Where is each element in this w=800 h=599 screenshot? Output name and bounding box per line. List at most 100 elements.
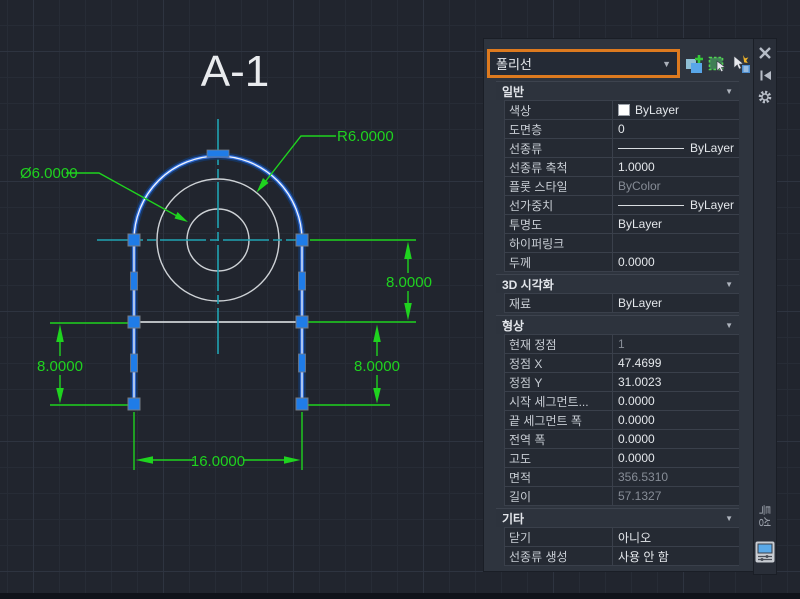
dimension-left[interactable]: 8.0000: [37, 322, 130, 406]
prop-value-text: ByLayer: [689, 198, 734, 212]
prop-label: 고도: [505, 449, 613, 467]
drawing-title: A-1: [201, 47, 269, 96]
palette-titlebar: 특성: [753, 38, 777, 575]
prop-label: 색상: [505, 101, 613, 119]
prop-label: 전역 폭: [505, 430, 613, 448]
prop-value-text: 1: [618, 337, 625, 351]
prop-value-text: ByColor: [618, 179, 661, 193]
prop-label: 선종류 생성: [505, 547, 613, 565]
section-general-rows: 색상 ByLayer 도면층 0 선종류 ByLayer 선종류 축척 1.00…: [504, 100, 739, 272]
prop-value[interactable]: ByLayer: [613, 139, 739, 157]
close-button[interactable]: [757, 45, 773, 61]
close-icon: [759, 47, 771, 59]
prop-value[interactable]: ByLayer: [613, 101, 739, 119]
prop-row-vertex-y: 정점 Y 31.0023: [505, 373, 739, 392]
dimension-bottom[interactable]: 16.0000: [133, 412, 303, 470]
dim-text: 8.0000: [37, 358, 83, 375]
quick-select-icon: [733, 55, 750, 73]
select-objects-icon: [708, 56, 726, 73]
prop-row-vertex-x: 정점 X 47.4699: [505, 354, 739, 373]
prop-value[interactable]: 0.0000: [613, 392, 739, 410]
prop-row-plot-style: 플롯 스타일 ByColor: [505, 177, 739, 196]
prop-label: 정점 Y: [505, 373, 613, 391]
autohide-button[interactable]: [757, 67, 773, 83]
prop-value[interactable]: 0.0000: [613, 449, 739, 467]
prop-row-area: 면적 356.5310: [505, 468, 739, 487]
palette-toolbar: 폴리선 ▼: [484, 39, 753, 81]
prop-value[interactable]: 사용 안 함: [613, 547, 739, 565]
bottom-edge-bar: [0, 593, 800, 599]
prop-value-text: 356.5310: [618, 470, 669, 484]
prop-value[interactable]: 아니오: [613, 528, 739, 546]
prop-value[interactable]: 1.0000: [613, 158, 739, 176]
prop-value[interactable]: 1: [613, 335, 739, 353]
palette-tab-properties[interactable]: 특성: [757, 504, 774, 528]
prop-row-hyperlink: 하이퍼링크: [505, 234, 739, 253]
object-type-dropdown[interactable]: 폴리선 ▼: [487, 49, 680, 78]
prop-label: 선가중치: [505, 196, 613, 214]
prop-row-linetype-scale: 선종류 축척 1.0000: [505, 158, 739, 177]
properties-palette: 폴리선 ▼ 일반 ▼ 색상 ByLayer 도면층 0 선종류 ByLayer …: [483, 38, 753, 572]
prop-value[interactable]: [613, 234, 739, 252]
prop-value-text: 아니오: [618, 530, 652, 545]
section-header-3d[interactable]: 3D 시각화 ▼: [496, 274, 739, 293]
dim-text: 8.0000: [354, 358, 400, 375]
section-title: 일반: [502, 84, 525, 99]
dimension-right-upper[interactable]: 8.0000: [306, 239, 432, 323]
section-header-misc[interactable]: 기타 ▼: [496, 508, 739, 527]
prop-value[interactable]: 0.0000: [613, 253, 739, 271]
section-title: 기타: [502, 511, 525, 526]
prop-row-global-width: 전역 폭 0.0000: [505, 430, 739, 449]
prop-row-transparency: 투명도 ByLayer: [505, 215, 739, 234]
quick-select-button[interactable]: [730, 54, 751, 75]
toggle-pickadd-button[interactable]: [684, 54, 705, 75]
prop-label: 정점 X: [505, 354, 613, 372]
prop-label: 재료: [505, 294, 613, 312]
prop-value[interactable]: 0: [613, 120, 739, 138]
autohide-pin-icon: [760, 70, 771, 80]
prop-value[interactable]: ByLayer: [613, 196, 739, 214]
settings-button[interactable]: [757, 89, 773, 105]
prop-label: 선종류: [505, 139, 613, 157]
prop-label: 플롯 스타일: [505, 177, 613, 195]
section-header-general[interactable]: 일반 ▼: [496, 81, 739, 100]
prop-value[interactable]: ByLayer: [613, 294, 739, 312]
prop-value-text: 0.0000: [618, 413, 655, 427]
prop-value[interactable]: ByLayer: [613, 215, 739, 233]
prop-label: 시작 세그먼트...: [505, 392, 613, 410]
gear-icon: [758, 90, 772, 104]
display-settings-button[interactable]: [755, 541, 775, 568]
section-title: 형상: [502, 318, 525, 333]
section-3d-rows: 재료 ByLayer: [504, 293, 739, 313]
prop-value[interactable]: 0.0000: [613, 411, 739, 429]
prop-row-elevation: 고도 0.0000: [505, 449, 739, 468]
select-objects-button[interactable]: [707, 54, 728, 75]
collapse-icon: ▼: [725, 279, 733, 289]
prop-value-text: 0: [618, 122, 625, 136]
prop-label: 현재 정점: [505, 335, 613, 353]
prop-label: 끝 세그먼트 폭: [505, 411, 613, 429]
prop-value-text: ByLayer: [635, 103, 680, 117]
prop-label: 선종류 축척: [505, 158, 613, 176]
prop-value-text: 31.0023: [618, 375, 662, 389]
object-type-value: 폴리선: [496, 57, 532, 72]
collapse-icon: ▼: [725, 86, 733, 96]
prop-value-text: 57.1327: [618, 489, 662, 503]
section-header-geometry[interactable]: 형상 ▼: [496, 315, 739, 334]
monitor-icon: [755, 541, 775, 563]
prop-value-text: 사용 안 함: [618, 549, 669, 564]
section-misc-rows: 닫기 아니오 선종류 생성 사용 안 함: [504, 527, 739, 566]
leader-text: R6.0000: [337, 128, 394, 145]
prop-value: ByColor: [613, 177, 739, 195]
prop-row-linetype-generation: 선종류 생성 사용 안 함: [505, 547, 739, 566]
prop-value[interactable]: 47.4699: [613, 354, 739, 372]
prop-value[interactable]: 0.0000: [613, 430, 739, 448]
prop-value[interactable]: 31.0023: [613, 373, 739, 391]
section-title: 3D 시각화: [502, 277, 554, 292]
prop-label: 투명도: [505, 215, 613, 233]
prop-label: 두께: [505, 253, 613, 271]
prop-value-text: 47.4699: [618, 356, 662, 370]
dimension-right-lower[interactable]: 8.0000: [306, 324, 400, 406]
prop-row-start-width: 시작 세그먼트... 0.0000: [505, 392, 739, 411]
prop-value-text: 1.0000: [618, 160, 655, 174]
